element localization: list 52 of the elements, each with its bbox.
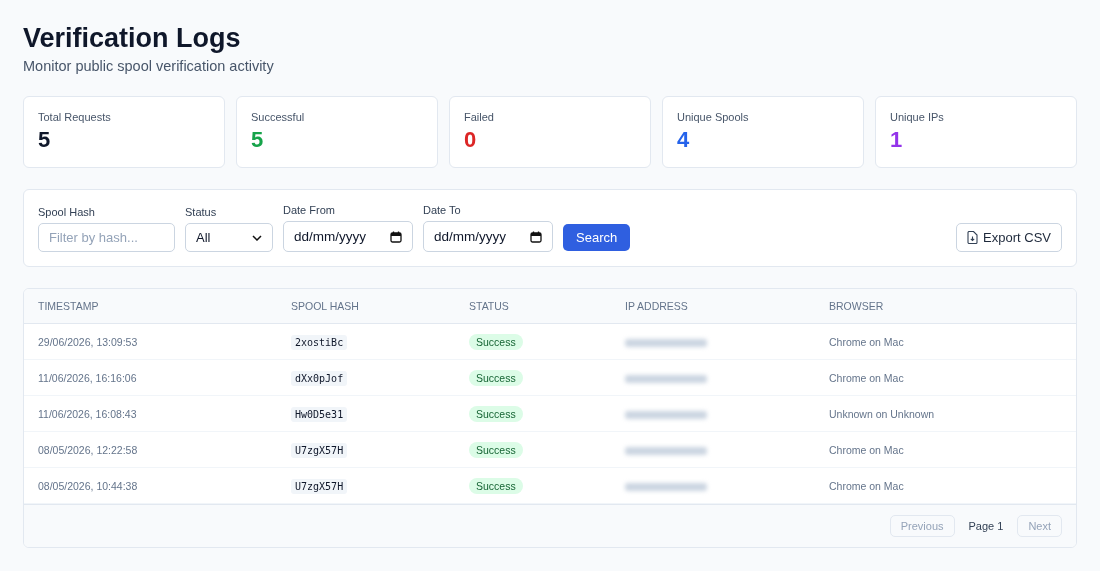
- page-indicator: Page 1: [967, 520, 1005, 532]
- search-button[interactable]: Search: [563, 224, 631, 251]
- timestamp-cell: 29/06/2026, 13:09:53: [24, 323, 277, 360]
- stat-value: 4: [677, 127, 691, 153]
- spool-hash: dXx0pJof: [291, 370, 348, 386]
- spool-hash: Hw0D5e31: [291, 406, 348, 422]
- column-header: BROWSER: [815, 289, 1076, 324]
- export-csv-button[interactable]: Export CSV: [956, 223, 1062, 252]
- status-badge: Success: [469, 369, 523, 386]
- timestamp-cell: 11/06/2026, 16:16:06: [24, 359, 277, 396]
- page-subtitle: Monitor public spool verification activity: [23, 58, 275, 74]
- stat-value: 0: [464, 127, 478, 153]
- field-label: Date From: [283, 204, 336, 216]
- field-label: Status: [185, 206, 218, 218]
- column-header: IP ADDRESS: [611, 289, 815, 324]
- field-label: Spool Hash: [38, 206, 96, 218]
- column-header: SPOOL HASH: [277, 289, 455, 324]
- spool-hash: U7zgX57H: [291, 478, 348, 494]
- stat-value: 5: [251, 127, 265, 153]
- timestamp-cell: 08/05/2026, 10:44:38: [24, 467, 277, 504]
- file-download-icon: [967, 231, 979, 244]
- browser-cell: Chrome on Mac: [815, 467, 1076, 504]
- timestamp-cell: 08/05/2026, 12:22:58: [24, 431, 277, 468]
- browser-cell: Chrome on Mac: [815, 431, 1076, 468]
- browser-cell: Chrome on Mac: [815, 323, 1076, 360]
- calendar-icon[interactable]: [390, 230, 402, 243]
- column-header: TIMESTAMP: [24, 289, 277, 324]
- status-badge: Success: [469, 405, 523, 422]
- spool-hash: U7zgX57H: [291, 442, 348, 458]
- stat-value: 5: [38, 127, 52, 153]
- date-field[interactable]: dd/mm/yyyy: [283, 221, 413, 252]
- column-header: STATUS: [455, 289, 611, 324]
- date-field[interactable]: dd/mm/yyyy: [423, 221, 553, 252]
- browser-cell: Chrome on Mac: [815, 359, 1076, 396]
- browser-cell: Unknown on Unknown: [815, 395, 1076, 432]
- status-badge: Success: [469, 477, 523, 494]
- stat-label: Successful: [251, 111, 306, 123]
- stat-value: 1: [890, 127, 904, 153]
- spool-hash: 2xostiBc: [291, 334, 348, 350]
- stat-label: Unique Spools: [677, 111, 750, 123]
- status-badge: Success: [469, 333, 523, 350]
- status-select[interactable]: All: [185, 223, 273, 252]
- chevron-down-icon[interactable]: [252, 234, 262, 241]
- field-label: Date To: [423, 204, 462, 216]
- calendar-icon[interactable]: [530, 230, 542, 243]
- page-title: Verification Logs: [23, 22, 242, 54]
- stat-label: Unique IPs: [890, 111, 945, 123]
- stat-label: Failed: [464, 111, 495, 123]
- status-badge: Success: [469, 441, 523, 458]
- timestamp-cell: 11/06/2026, 16:08:43: [24, 395, 277, 432]
- hash-filter-field[interactable]: Filter by hash...: [38, 223, 175, 252]
- stat-label: Total Requests: [38, 111, 112, 123]
